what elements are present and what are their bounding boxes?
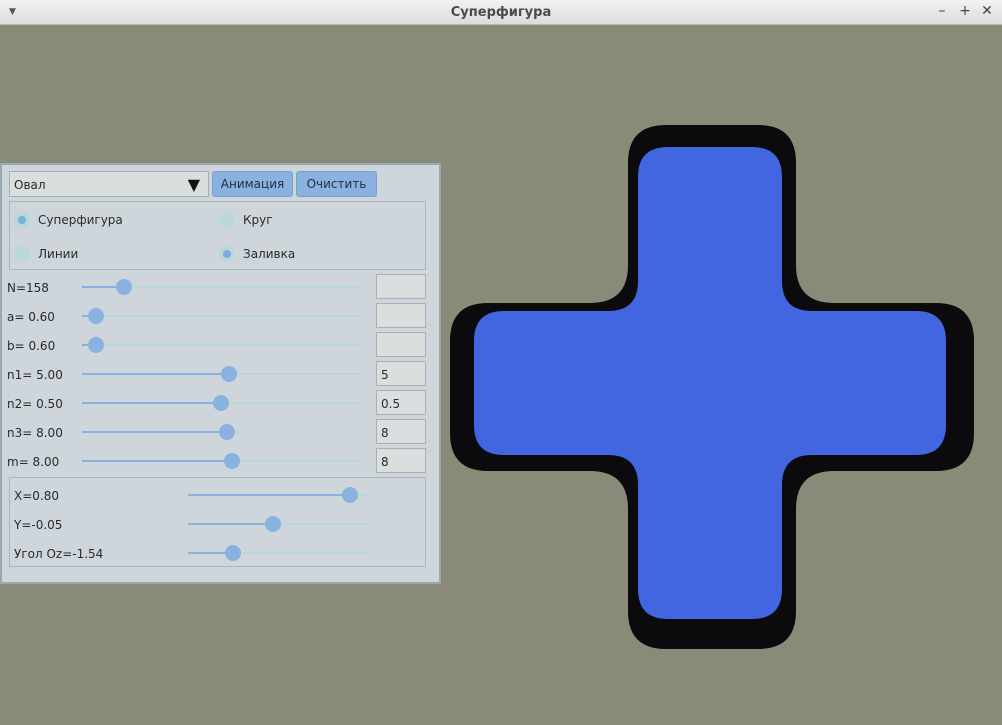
slider-fill [82,431,227,433]
param-input[interactable] [376,274,426,299]
param-input[interactable] [376,332,426,357]
radio-circle[interactable]: Круг [219,212,273,228]
param-input[interactable] [376,303,426,328]
param-label: m= 8.00 [7,455,60,469]
close-icon[interactable]: ✕ [979,3,995,19]
slider-fill [82,460,233,462]
maximize-icon[interactable]: + [957,3,973,19]
param-input[interactable]: 5 [376,361,426,386]
slider-handle[interactable] [224,453,241,469]
control-panel: Овал ▼ Анимация Очистить Суперфигура Кру… [0,163,441,584]
param-label: n2= 0.50 [7,397,63,411]
slider-handle[interactable] [342,487,358,503]
slider-handle[interactable] [218,424,235,440]
radio-icon [219,246,235,262]
param-label: a= 0.60 [7,310,55,324]
slider-handle[interactable] [221,366,238,382]
slider-handle[interactable] [87,308,104,324]
mode-group: Суперфигура Круг Линии Заливка [9,201,426,270]
slider-handle[interactable] [225,545,241,561]
slider-handle[interactable] [264,516,281,532]
radio-icon [219,212,235,228]
slider-fill [188,494,350,496]
shape-select[interactable]: Овал ▼ [9,171,209,197]
param-slider[interactable] [82,366,360,382]
param-label: n3= 8.00 [7,426,63,440]
radio-label: Круг [243,213,273,227]
radio-label: Заливка [243,247,296,261]
slider-fill [82,373,230,375]
transform-label: Y=-0.05 [14,518,63,532]
param-slider[interactable] [82,453,360,469]
param-slider[interactable] [82,279,360,295]
param-input[interactable]: 0.5 [376,390,426,415]
radio-label: Суперфигура [38,213,123,227]
slider-handle[interactable] [87,337,104,353]
transform-slider[interactable] [188,545,368,561]
slider-handle[interactable] [213,395,229,411]
slider-handle[interactable] [115,279,132,295]
transform-slider[interactable] [188,487,368,503]
slider-fill [82,402,221,404]
radio-label: Линии [38,247,79,261]
param-slider[interactable] [82,308,360,324]
radio-icon [14,212,30,228]
param-label: n1= 5.00 [7,368,63,382]
param-input[interactable]: 8 [376,448,426,473]
radio-superformula[interactable]: Суперфигура [14,212,123,228]
param-slider[interactable] [82,424,360,440]
param-label: b= 0.60 [7,339,56,353]
title-bar: ▼ Суперфигура – + ✕ [0,0,1002,25]
param-slider[interactable] [82,337,360,353]
param-slider[interactable] [82,395,360,411]
param-label: N=158 [7,281,49,295]
dropdown-arrow-icon: ▼ [187,175,200,194]
slider-fill [188,523,273,525]
radio-lines[interactable]: Линии [14,246,78,262]
animation-button[interactable]: Анимация [212,171,293,197]
shape-select-value: Овал [14,178,46,192]
transform-label: Угол Oz=-1.54 [14,547,104,561]
transform-label: X=0.80 [14,489,59,503]
minimize-icon[interactable]: – [934,3,950,19]
radio-icon [14,246,30,262]
window-title: Суперфигура [450,5,552,20]
transform-slider[interactable] [188,516,368,532]
radio-fill[interactable]: Заливка [219,246,295,262]
transform-group: X=0.80 Y=-0.05 Угол Oz=-1.54 [9,477,426,567]
param-input[interactable]: 8 [376,419,426,444]
clear-button[interactable]: Очистить [296,171,377,197]
